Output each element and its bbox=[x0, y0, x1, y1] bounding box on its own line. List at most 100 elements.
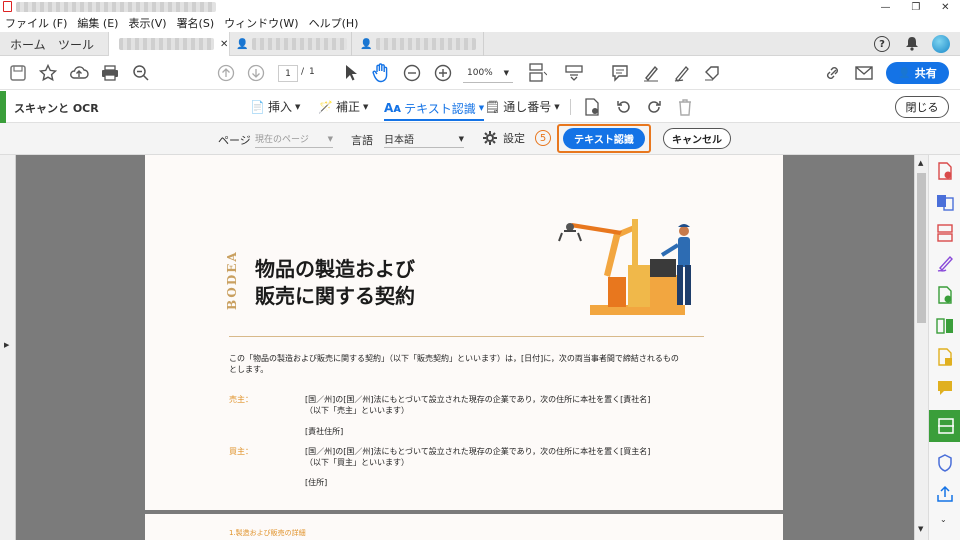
create-pdf-icon[interactable] bbox=[935, 161, 955, 181]
close-tool-button[interactable]: 閉じる bbox=[895, 96, 949, 118]
save-icon[interactable] bbox=[8, 63, 28, 83]
select-cursor-icon[interactable] bbox=[341, 63, 361, 83]
email-icon[interactable] bbox=[854, 63, 874, 83]
buyer-address: [住所] bbox=[305, 478, 328, 487]
cancel-button[interactable]: キャンセル bbox=[663, 128, 731, 149]
trash-icon[interactable] bbox=[675, 97, 695, 117]
numbering-label: 通し番号 bbox=[503, 100, 552, 114]
seller-paragraph: [国／州]の[国／州]法にもとづいて設立された現存の企業であり，次の住所に本社を… bbox=[305, 394, 725, 416]
print-icon[interactable] bbox=[100, 63, 120, 83]
rotate-left-icon[interactable] bbox=[614, 97, 634, 117]
page-down-icon[interactable] bbox=[246, 63, 266, 83]
tab-document-active[interactable]: ✕ bbox=[108, 32, 230, 56]
fill-sign-tool-icon[interactable] bbox=[935, 254, 955, 274]
intro-line-2: とします。 bbox=[229, 365, 269, 374]
cancel-label: キャンセル bbox=[672, 135, 722, 146]
help-icon[interactable]: ? bbox=[874, 36, 890, 52]
user-icon: 👤 bbox=[236, 38, 249, 50]
zoom-search-icon[interactable] bbox=[131, 63, 151, 83]
draw-icon[interactable] bbox=[672, 63, 692, 83]
tab-close-icon[interactable]: ✕ bbox=[220, 39, 228, 50]
compare-icon[interactable] bbox=[935, 316, 955, 336]
language-label: 言語 bbox=[351, 134, 373, 147]
seller-address: [責社住所] bbox=[305, 427, 344, 436]
enhance-menu[interactable]: 🪄 補正 ▼ bbox=[318, 98, 368, 115]
step-number-badge: 5 bbox=[535, 130, 551, 146]
close-window-icon[interactable]: ✕ bbox=[941, 2, 949, 13]
title-line-1: 物品の製造および bbox=[255, 257, 415, 281]
text-aa-icon: Aᴀ bbox=[384, 101, 402, 115]
comment-icon[interactable] bbox=[610, 63, 630, 83]
scroll-up-icon[interactable]: ▲ bbox=[918, 159, 923, 167]
avatar[interactable] bbox=[932, 35, 950, 53]
menu-edit[interactable]: 編集 (E) bbox=[72, 15, 123, 31]
fit-page-icon[interactable] bbox=[527, 63, 547, 83]
comment-tool-icon[interactable] bbox=[935, 378, 955, 398]
chevron-down-icon: ▼ bbox=[478, 104, 485, 112]
divider bbox=[570, 99, 571, 115]
scan-ocr-tool-active[interactable] bbox=[929, 410, 960, 442]
right-tools-panel: ⌄ bbox=[928, 155, 960, 540]
page-total: 1 bbox=[309, 67, 315, 77]
industrial-robot-illustration bbox=[558, 219, 691, 315]
tab-document-2[interactable]: 👤 bbox=[232, 32, 352, 56]
menu-window[interactable]: ウィンドウ(W) bbox=[219, 15, 303, 31]
vertical-scrollbar[interactable]: ▲ ▼ bbox=[914, 155, 928, 540]
tab-bar: ホーム ツール ✕ 👤 👤 ? bbox=[0, 32, 960, 56]
scroll-thumb[interactable] bbox=[917, 173, 926, 323]
divider-line bbox=[229, 336, 704, 337]
chevron-down-icon: ▼ bbox=[554, 102, 560, 111]
link-icon[interactable] bbox=[823, 63, 843, 83]
bell-icon[interactable] bbox=[905, 36, 919, 51]
page-separator: / bbox=[301, 67, 305, 77]
page-up-icon[interactable] bbox=[216, 63, 236, 83]
tab-document-3[interactable]: 👤 bbox=[356, 32, 484, 56]
menu-bar: ファイル (F) 編集 (E) 表示(V) 署名(S) ウィンドウ(W) ヘルプ… bbox=[0, 14, 960, 32]
language-select[interactable]: 日本語 ▼ bbox=[384, 130, 464, 148]
gear-icon bbox=[483, 131, 497, 145]
stamp-icon[interactable] bbox=[935, 347, 955, 367]
upload-cloud-icon[interactable] bbox=[69, 63, 89, 83]
organize-pages-icon[interactable] bbox=[935, 223, 955, 243]
hand-tool-icon[interactable] bbox=[371, 63, 391, 83]
tab-tools[interactable]: ツール bbox=[58, 32, 98, 56]
read-mode-icon[interactable] bbox=[564, 63, 584, 83]
seller-line-2: （以下「売主」といいます） bbox=[305, 406, 409, 415]
fill-sign-icon[interactable] bbox=[703, 63, 723, 83]
tool-title: スキャンと OCR bbox=[14, 102, 99, 115]
numbering-menu[interactable]: 🗒 通し番号 ▼ bbox=[485, 98, 560, 115]
maximize-icon[interactable]: ❐ bbox=[911, 2, 920, 13]
star-icon[interactable] bbox=[38, 63, 58, 83]
more-tools-chevron-icon[interactable]: ⌄ bbox=[940, 515, 947, 524]
export-pdf-icon[interactable] bbox=[935, 192, 955, 212]
page-settings-icon[interactable] bbox=[582, 97, 602, 117]
page-select[interactable]: 現在のページ ▼ bbox=[255, 130, 333, 148]
minimize-icon[interactable]: — bbox=[880, 2, 890, 13]
scroll-down-icon[interactable]: ▼ bbox=[918, 525, 923, 533]
protect-shield-icon[interactable] bbox=[935, 453, 955, 473]
tab-home[interactable]: ホーム bbox=[10, 32, 54, 56]
chevron-down-icon: ▼ bbox=[458, 134, 464, 143]
rotate-right-icon[interactable] bbox=[644, 97, 664, 117]
page-number-input[interactable]: 1 bbox=[278, 65, 298, 82]
zoom-in-icon[interactable] bbox=[433, 63, 453, 83]
expand-panel-icon[interactable]: ▶ bbox=[4, 341, 9, 349]
menu-view[interactable]: 表示(V) bbox=[123, 15, 171, 31]
menu-sign[interactable]: 署名(S) bbox=[172, 15, 220, 31]
highlight-pen-icon[interactable] bbox=[641, 63, 661, 83]
share-button[interactable]: 👤 共有 bbox=[886, 62, 949, 84]
scan-ocr-toolbar: スキャンと OCR 📄 挿入 ▼ 🪄 補正 ▼ Aᴀ テキスト認識 ▼ 🗒 通し番号 ▼ 閉じる bbox=[0, 91, 960, 123]
recognize-text-button[interactable]: テキスト認識 bbox=[563, 128, 645, 149]
share-upload-icon[interactable] bbox=[935, 484, 955, 504]
close-tool-label: 閉じる bbox=[905, 101, 939, 114]
edit-pdf-icon[interactable] bbox=[935, 285, 955, 305]
menu-file[interactable]: ファイル (F) bbox=[0, 15, 72, 31]
insert-menu[interactable]: 📄 挿入 ▼ bbox=[250, 98, 300, 115]
add-user-icon: 👤 bbox=[898, 67, 911, 79]
acrobat-logo-icon bbox=[3, 1, 12, 12]
settings-button[interactable]: 設定 bbox=[482, 130, 525, 146]
ocr-menu[interactable]: Aᴀ テキスト認識 ▼ bbox=[384, 97, 485, 121]
menu-help[interactable]: ヘルプ(H) bbox=[304, 15, 364, 31]
zoom-out-icon[interactable] bbox=[402, 63, 422, 83]
zoom-select[interactable]: 100% ▼ bbox=[463, 64, 513, 83]
